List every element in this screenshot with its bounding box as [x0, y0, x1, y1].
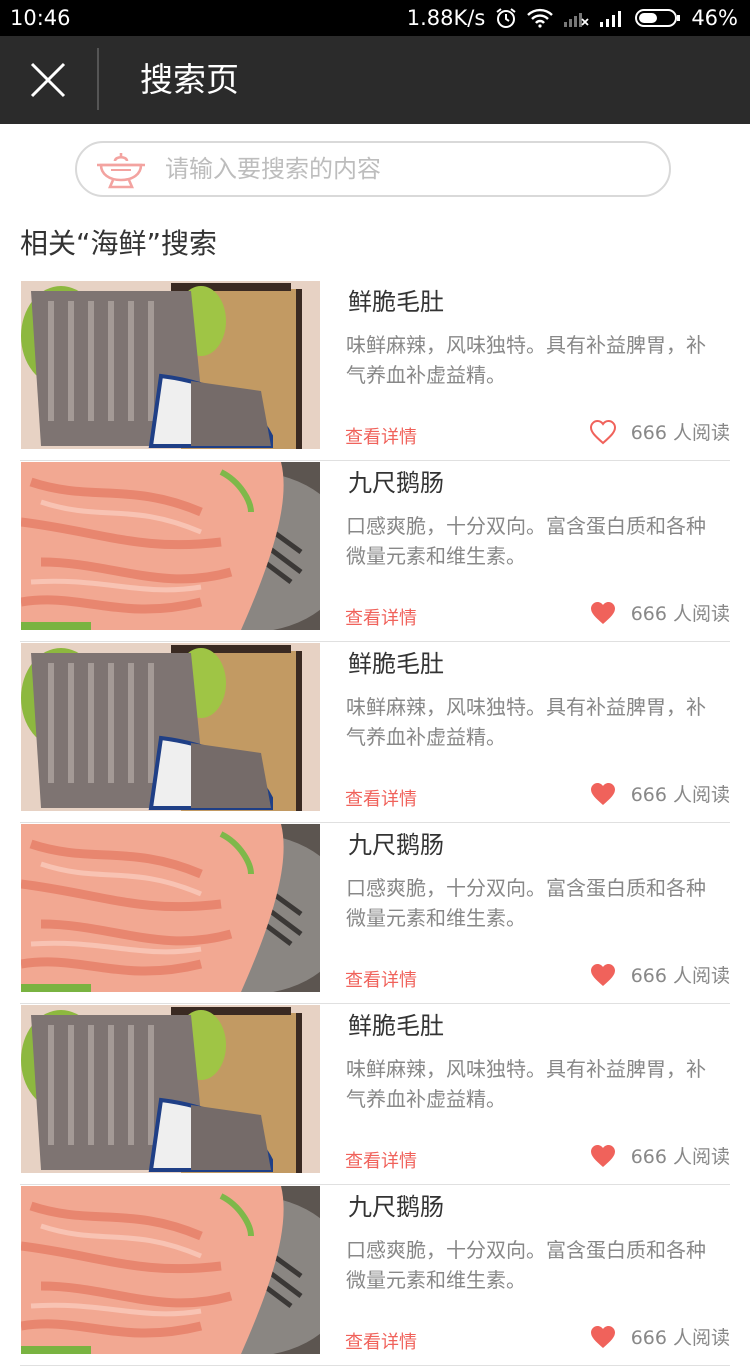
- read-count: 666 人阅读: [630, 784, 730, 806]
- result-list: 鲜脆毛肚 味鲜麻辣，风味独特。具有补益脾胃，补气养血补虚益精。 查看详情 666…: [20, 280, 730, 1366]
- goose-intestine-image: [21, 824, 320, 992]
- tripe-image: [21, 281, 320, 449]
- tripe-image: [21, 643, 320, 811]
- item-description: 味鲜麻辣，风味独特。具有补益脾胃，补气养血补虚益精。: [346, 333, 706, 387]
- heart-filled-icon[interactable]: [589, 781, 617, 807]
- item-description: 味鲜麻辣，风味独特。具有补益脾胃，补气养血补虚益精。: [346, 1057, 706, 1111]
- view-details-link[interactable]: 查看详情: [345, 1328, 417, 1354]
- list-item[interactable]: 九尺鹅肠 口感爽脆，十分双向。富含蛋白质和各种微量元素和维生素。 查看详情 66…: [20, 461, 730, 642]
- read-count: 666 人阅读: [630, 1146, 730, 1168]
- like-area: 666 人阅读: [589, 418, 730, 445]
- list-item[interactable]: 鲜脆毛肚 味鲜麻辣，风味独特。具有补益脾胃，补气养血补虚益精。 查看详情 666…: [20, 642, 730, 823]
- list-item[interactable]: 九尺鹅肠 口感爽脆，十分双向。富含蛋白质和各种微量元素和维生素。 查看详情 66…: [20, 1185, 730, 1366]
- read-count: 666 人阅读: [630, 965, 730, 987]
- like-area: 666 人阅读: [589, 1142, 730, 1169]
- page-title: 搜索页: [140, 60, 239, 99]
- heart-filled-icon[interactable]: [589, 962, 617, 988]
- view-details-link[interactable]: 查看详情: [345, 1147, 417, 1173]
- item-description: 口感爽脆，十分双向。富含蛋白质和各种微量元素和维生素。: [346, 876, 706, 930]
- read-count: 666 人阅读: [630, 422, 730, 444]
- close-button[interactable]: [22, 54, 74, 106]
- network-speed: 1.88K/s: [406, 6, 486, 30]
- item-description: 口感爽脆，十分双向。富含蛋白质和各种微量元素和维生素。: [346, 514, 706, 568]
- status-indicators: 1.88K/s 46%: [407, 6, 738, 30]
- status-bar: 10:46 1.88K/s 46%: [0, 0, 750, 36]
- wifi-icon: [527, 8, 554, 28]
- read-count: 666 人阅读: [630, 1327, 730, 1349]
- item-title: 九尺鹅肠: [348, 469, 444, 497]
- item-title: 九尺鹅肠: [348, 831, 444, 859]
- tripe-image: [21, 1005, 320, 1173]
- read-count: 666 人阅读: [630, 603, 730, 625]
- search-input[interactable]: [163, 154, 627, 184]
- heart-filled-icon[interactable]: [589, 1143, 617, 1169]
- like-area: 666 人阅读: [589, 1323, 730, 1350]
- list-item[interactable]: 鲜脆毛肚 味鲜麻辣，风味独特。具有补益脾胃，补气养血补虚益精。 查看详情 666…: [20, 1004, 730, 1185]
- item-title: 鲜脆毛肚: [348, 288, 444, 316]
- search-box[interactable]: [75, 141, 671, 197]
- heart-filled-icon[interactable]: [589, 600, 617, 626]
- signal-icon: [599, 9, 625, 27]
- section-title: 相关“海鲜”搜索: [20, 227, 218, 260]
- list-item[interactable]: 九尺鹅肠 口感爽脆，十分双向。富含蛋白质和各种微量元素和维生素。 查看详情 66…: [20, 823, 730, 1004]
- like-area: 666 人阅读: [589, 780, 730, 807]
- goose-intestine-image: [21, 1186, 320, 1354]
- header-divider: [97, 48, 99, 110]
- battery-percent: 46%: [691, 6, 738, 30]
- item-description: 味鲜麻辣，风味独特。具有补益脾胃，补气养血补虚益精。: [346, 695, 706, 749]
- list-item[interactable]: 鲜脆毛肚 味鲜麻辣，风味独特。具有补益脾胃，补气养血补虚益精。 查看详情 666…: [20, 280, 730, 461]
- heart-outline-icon[interactable]: [589, 419, 617, 445]
- battery-icon: [635, 8, 681, 28]
- item-title: 九尺鹅肠: [348, 1193, 444, 1221]
- alarm-icon: [495, 7, 517, 29]
- status-time: 10:46: [10, 6, 71, 30]
- view-details-link[interactable]: 查看详情: [345, 785, 417, 811]
- hotpot-bowl-icon: [95, 149, 147, 189]
- signal-off-icon: [563, 9, 589, 27]
- item-description: 口感爽脆，十分双向。富含蛋白质和各种微量元素和维生素。: [346, 1238, 706, 1292]
- view-details-link[interactable]: 查看详情: [345, 604, 417, 630]
- heart-filled-icon[interactable]: [589, 1324, 617, 1350]
- close-icon: [30, 62, 66, 98]
- item-title: 鲜脆毛肚: [348, 650, 444, 678]
- like-area: 666 人阅读: [589, 961, 730, 988]
- view-details-link[interactable]: 查看详情: [345, 423, 417, 449]
- view-details-link[interactable]: 查看详情: [345, 966, 417, 992]
- app-header: 搜索页: [0, 36, 750, 124]
- item-title: 鲜脆毛肚: [348, 1012, 444, 1040]
- goose-intestine-image: [21, 462, 320, 630]
- like-area: 666 人阅读: [589, 599, 730, 626]
